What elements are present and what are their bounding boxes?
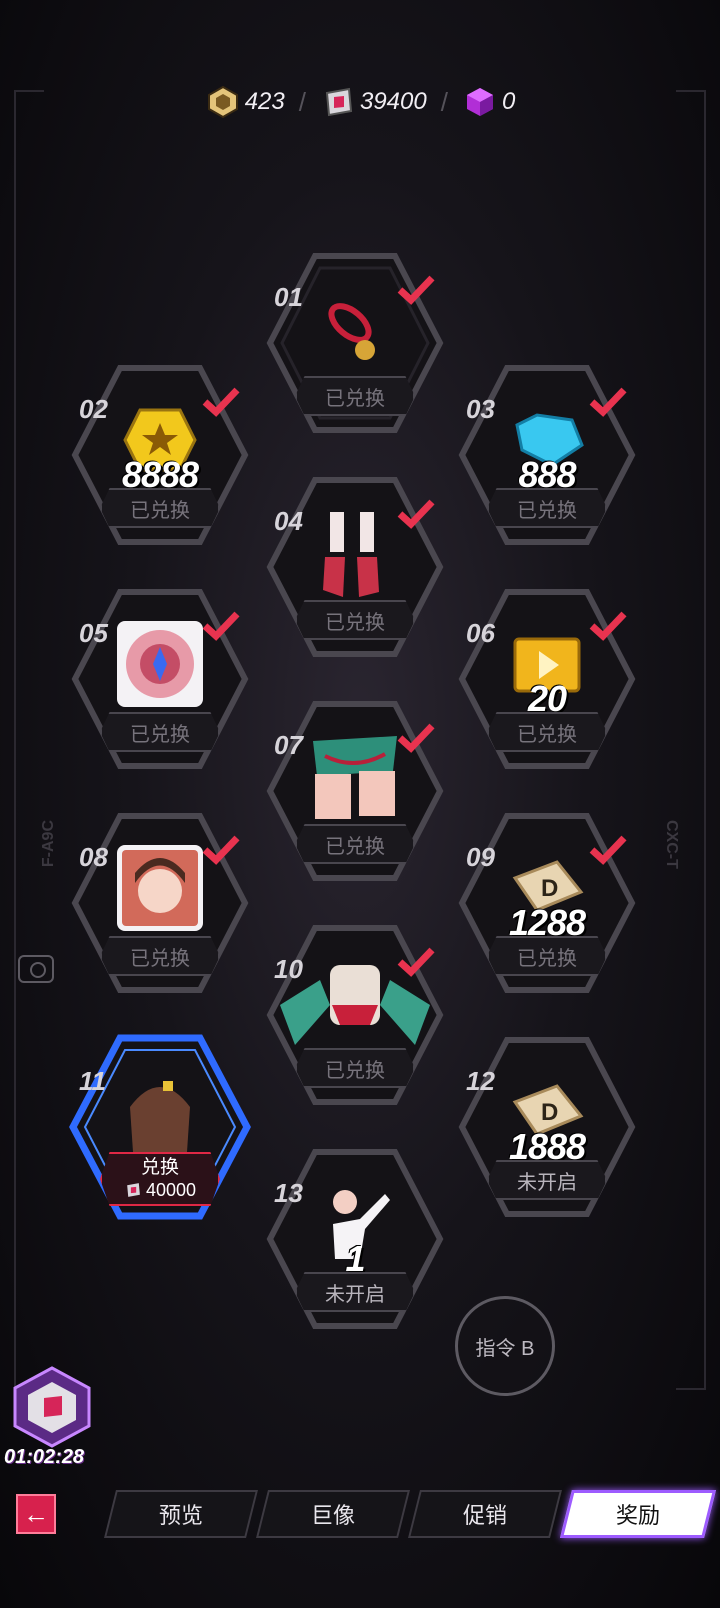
- redeem-status-button[interactable]: 已兑换: [100, 488, 220, 528]
- side-label-left: F-A9C: [40, 820, 57, 868]
- reward-node-03[interactable]: 03 888 已兑换: [452, 360, 642, 550]
- node-number: 01: [274, 282, 303, 312]
- node-number: 04: [274, 506, 303, 536]
- redeem-label: 兑换: [140, 1157, 179, 1178]
- tab-label: 奖励: [615, 1503, 660, 1528]
- svg-text:D: D: [541, 875, 558, 902]
- redeem-status-button[interactable]: 未开启: [487, 1160, 607, 1200]
- redeem-status-button[interactable]: 已兑换: [295, 376, 415, 416]
- side-label-right: CXC-T: [663, 820, 680, 869]
- currency-bar: 423 / 39400 / 0: [0, 82, 720, 122]
- node-number: 11: [79, 1066, 106, 1096]
- currency-separator: /: [298, 86, 306, 117]
- reward-node-08[interactable]: 08 已兑换: [65, 808, 255, 998]
- redeem-status-button[interactable]: 未开启: [295, 1272, 415, 1312]
- tab-label: 预览: [158, 1503, 203, 1528]
- redeem-status-button[interactable]: 已兑换: [295, 1048, 415, 1088]
- currency-gem-value: 39400: [359, 88, 427, 115]
- reward-node-09[interactable]: 09 D 1288 已兑换: [452, 808, 642, 998]
- reward-node-11[interactable]: 11 兑换 40000: [65, 1032, 255, 1222]
- redeem-button[interactable]: 兑换 40000: [100, 1152, 220, 1206]
- tab-preview[interactable]: 预览: [104, 1490, 258, 1538]
- frame-left: [14, 90, 44, 1390]
- frame-right: [676, 90, 706, 1390]
- top-outfit-icon: [270, 952, 440, 1048]
- node-number: 06: [466, 618, 495, 648]
- reward-node-02[interactable]: 02 8888 已兑换: [65, 360, 255, 550]
- currency-gold: 423: [205, 84, 285, 120]
- redeem-status-button[interactable]: 已兑换: [295, 600, 415, 640]
- redeem-status-button[interactable]: 已兑换: [295, 824, 415, 864]
- node-number: 08: [79, 842, 108, 872]
- tab-colossus[interactable]: 巨像: [256, 1490, 410, 1538]
- timer-text: 01:02:28: [4, 1446, 85, 1468]
- tab-rewards[interactable]: 奖励: [560, 1490, 716, 1538]
- redeem-status-button[interactable]: 已兑换: [487, 488, 607, 528]
- tab-label: 巨像: [310, 1503, 355, 1528]
- skirt-outfit-icon: [305, 728, 405, 824]
- redeem-price: 40000: [124, 1179, 196, 1201]
- reward-node-10[interactable]: 10 已兑换: [260, 920, 450, 1110]
- node-number: 07: [274, 730, 303, 760]
- event-timer[interactable]: 01:02:28: [0, 1360, 110, 1468]
- camera-icon[interactable]: [18, 955, 54, 983]
- svg-text:D: D: [541, 1099, 558, 1126]
- shoes-icon: [305, 504, 405, 600]
- pink-gem-icon: [127, 1183, 140, 1197]
- redeem-status-button[interactable]: 已兑换: [100, 712, 220, 752]
- command-b-button[interactable]: 指令 B: [455, 1296, 555, 1396]
- currency-gem: 39400: [320, 84, 427, 120]
- reward-node-12[interactable]: 12 D 1888 未开启: [452, 1032, 642, 1222]
- back-button[interactable]: ←: [16, 1494, 56, 1534]
- character-portrait-icon: [110, 840, 210, 936]
- node-number: 12: [466, 1066, 495, 1096]
- reward-node-04[interactable]: 04 已兑换: [260, 472, 450, 662]
- node-number: 13: [274, 1178, 303, 1208]
- redeem-status-button[interactable]: 已兑换: [487, 936, 607, 976]
- hair-icon: [110, 1064, 210, 1160]
- currency-separator: /: [440, 86, 448, 117]
- currency-gold-value: 423: [244, 88, 285, 115]
- tab-promotion[interactable]: 促销: [408, 1490, 562, 1538]
- node-number: 02: [79, 394, 108, 424]
- red-ring-bell-icon: [305, 280, 405, 376]
- reward-node-07[interactable]: 07 已兑换: [260, 696, 450, 886]
- node-number: 09: [466, 842, 495, 872]
- pink-gem-icon: [320, 84, 356, 120]
- eye-avatar-icon: [110, 616, 210, 712]
- currency-cube: 0: [462, 84, 515, 120]
- redeem-status-button[interactable]: 已兑换: [100, 936, 220, 976]
- gift-cube-icon: [13, 1366, 91, 1448]
- back-arrow-icon: ←: [23, 1498, 49, 1529]
- reward-node-13[interactable]: 13 1 未开启: [260, 1144, 450, 1334]
- reward-node-01[interactable]: 01 已兑换: [260, 248, 450, 438]
- redeem-price-value: 40000: [145, 1180, 197, 1200]
- currency-cube-value: 0: [501, 88, 516, 115]
- node-number: 03: [466, 394, 495, 424]
- tab-label: 促销: [462, 1503, 507, 1528]
- purple-cube-icon: [462, 84, 498, 120]
- bottom-tab-bar: 预览 巨像 促销 奖励: [104, 1490, 716, 1538]
- reward-node-06[interactable]: 06 20 已兑换: [452, 584, 642, 774]
- node-number: 05: [79, 618, 108, 648]
- redeem-status-button[interactable]: 已兑换: [487, 712, 607, 752]
- reward-node-05[interactable]: 05 已兑换: [65, 584, 255, 774]
- gold-hex-coin-icon: [205, 84, 241, 120]
